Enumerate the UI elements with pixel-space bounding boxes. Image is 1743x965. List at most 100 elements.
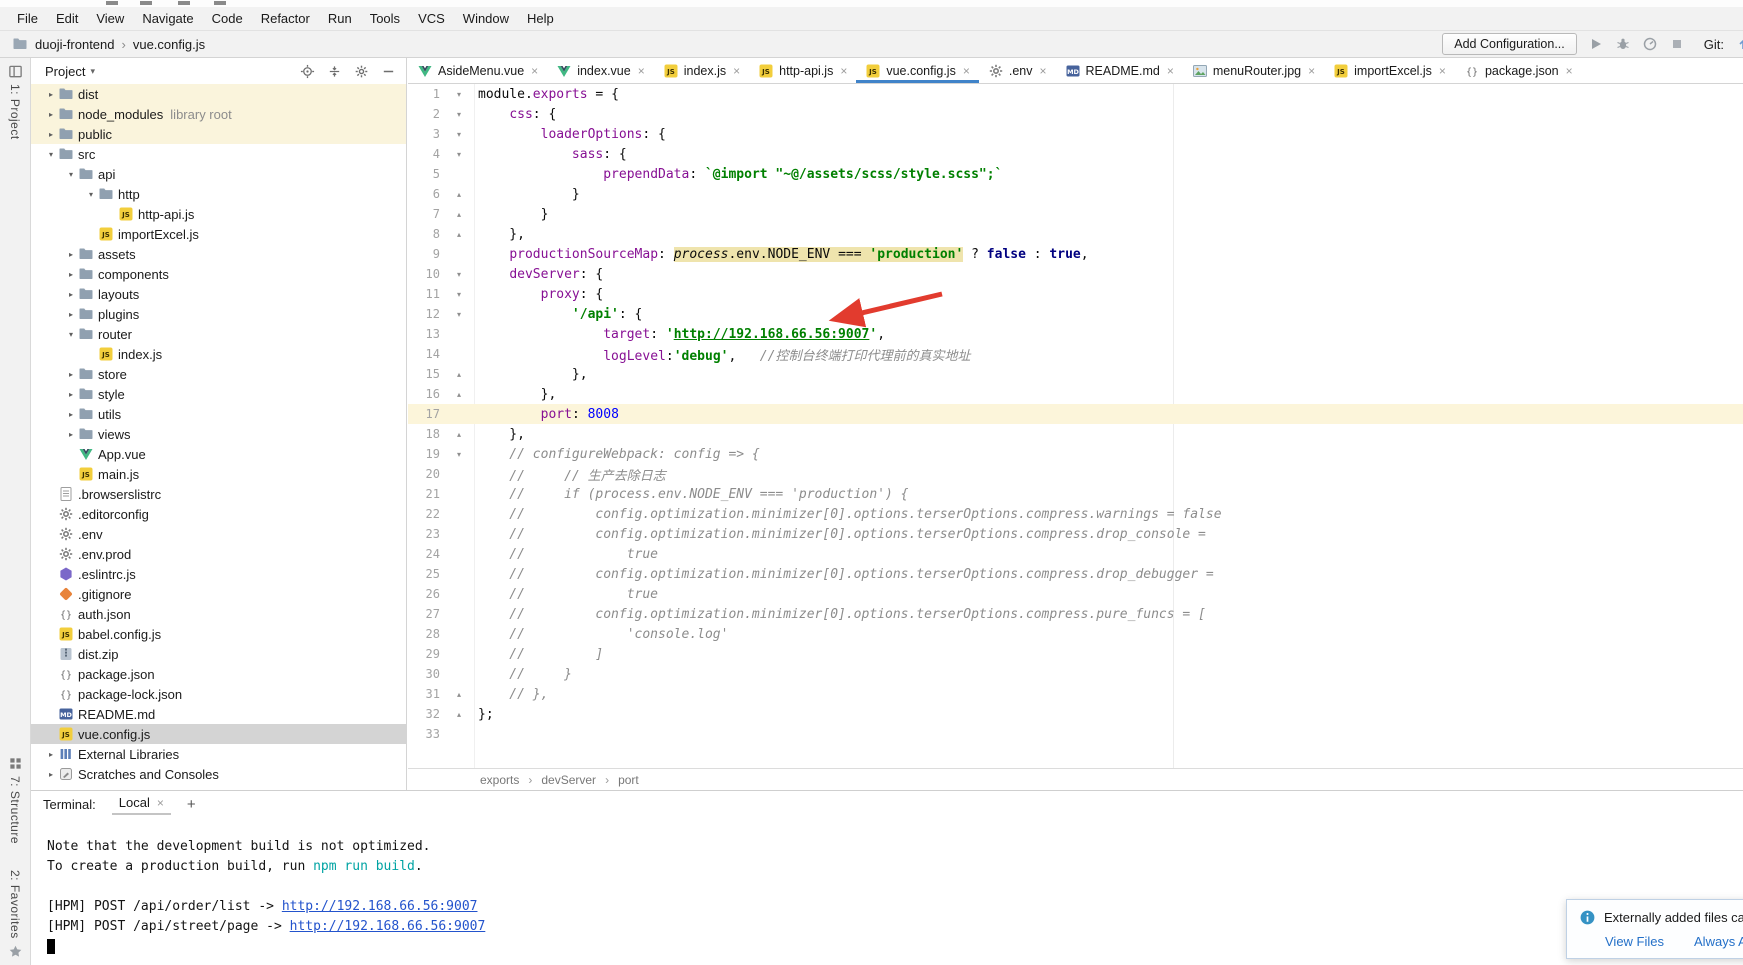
chevron-down-icon[interactable]: ▾ bbox=[45, 150, 57, 159]
stripe-favorites-button[interactable]: 2: Favorites bbox=[8, 870, 23, 959]
tree-item-style[interactable]: ▸style bbox=[31, 384, 406, 404]
stripe-project-button[interactable]: 1: Project bbox=[8, 64, 23, 140]
menu-help[interactable]: Help bbox=[518, 8, 563, 29]
code-line-11[interactable]: 11▾ proxy: { bbox=[408, 284, 1743, 304]
terminal-output[interactable]: Note that the development build is not o… bbox=[31, 817, 1743, 959]
tree-item-public[interactable]: ▸public bbox=[31, 124, 406, 144]
tree-item-package-lock.json[interactable]: {}package-lock.json bbox=[31, 684, 406, 704]
code-line-12[interactable]: 12▾ '/api': { bbox=[408, 304, 1743, 324]
code-line-17[interactable]: 17 port: 8008 bbox=[408, 404, 1743, 424]
menu-code[interactable]: Code bbox=[203, 8, 252, 29]
chevron-right-icon[interactable]: ▸ bbox=[65, 310, 77, 319]
menu-tools[interactable]: Tools bbox=[361, 8, 409, 29]
code-line-8[interactable]: 8▴ }, bbox=[408, 224, 1743, 244]
fold-marker-icon[interactable]: ▾ bbox=[440, 130, 478, 139]
chevron-down-icon[interactable]: ▾ bbox=[85, 190, 97, 199]
breadcrumb-project[interactable]: duoji-frontend bbox=[35, 37, 115, 52]
menu-edit[interactable]: Edit bbox=[47, 8, 87, 29]
menu-view[interactable]: View bbox=[87, 8, 133, 29]
tree-item-package.json[interactable]: {}package.json bbox=[31, 664, 406, 684]
new-terminal-button[interactable]: + bbox=[187, 796, 196, 813]
tree-item-external-libraries[interactable]: ▸External Libraries bbox=[31, 744, 406, 764]
code-line-23[interactable]: 23 // config.optimization.minimizer[0].o… bbox=[408, 524, 1743, 544]
tab-index.js[interactable]: JSindex.js× bbox=[654, 58, 749, 83]
code-line-29[interactable]: 29 // ] bbox=[408, 644, 1743, 664]
code-line-16[interactable]: 16▴ }, bbox=[408, 384, 1743, 404]
fold-marker-icon[interactable]: ▴ bbox=[440, 430, 478, 439]
tree-item-readme.md[interactable]: MDREADME.md bbox=[31, 704, 406, 724]
menu-run[interactable]: Run bbox=[319, 8, 361, 29]
code-line-5[interactable]: 5 prependData: `@import "~@/assets/scss/… bbox=[408, 164, 1743, 184]
fold-marker-icon[interactable]: ▾ bbox=[440, 90, 478, 99]
tree-item-http[interactable]: ▾http bbox=[31, 184, 406, 204]
code-line-26[interactable]: 26 // true bbox=[408, 584, 1743, 604]
tree-item-.env.prod[interactable]: .env.prod bbox=[31, 544, 406, 564]
git-update-icon[interactable] bbox=[1735, 36, 1743, 52]
hide-panel-icon[interactable] bbox=[381, 64, 396, 79]
chevron-right-icon[interactable]: ▸ bbox=[65, 390, 77, 399]
add-configuration-button[interactable]: Add Configuration... bbox=[1442, 33, 1577, 55]
code-line-18[interactable]: 18▴ }, bbox=[408, 424, 1743, 444]
stripe-structure-button[interactable]: 7: Structure bbox=[8, 756, 23, 844]
collapse-all-icon[interactable] bbox=[327, 64, 342, 79]
tree-item-layouts[interactable]: ▸layouts bbox=[31, 284, 406, 304]
tab-vue.config.js[interactable]: JSvue.config.js× bbox=[856, 58, 979, 83]
view-files-link[interactable]: View Files bbox=[1605, 934, 1664, 949]
chevron-right-icon[interactable]: ▸ bbox=[65, 430, 77, 439]
tree-item-dist[interactable]: ▸dist bbox=[31, 84, 406, 104]
tab-package.json[interactable]: {}package.json× bbox=[1455, 58, 1582, 83]
menu-vcs[interactable]: VCS bbox=[409, 8, 454, 29]
project-panel-title[interactable]: Project bbox=[45, 64, 85, 79]
tab-.env[interactable]: .env× bbox=[979, 58, 1056, 83]
code-line-20[interactable]: 20 // // 生产去除日志 bbox=[408, 464, 1743, 484]
close-icon[interactable]: × bbox=[733, 64, 740, 78]
tree-item-scratches-and-consoles[interactable]: ▸Scratches and Consoles bbox=[31, 764, 406, 784]
chevron-right-icon[interactable]: ▸ bbox=[45, 110, 57, 119]
chevron-right-icon[interactable]: ▸ bbox=[65, 270, 77, 279]
terminal-tab-local[interactable]: Local × bbox=[112, 793, 171, 815]
fold-marker-icon[interactable]: ▴ bbox=[440, 390, 478, 399]
tree-item-node-modules[interactable]: ▸node_moduleslibrary root bbox=[31, 104, 406, 124]
tree-item-assets[interactable]: ▸assets bbox=[31, 244, 406, 264]
debug-icon[interactable] bbox=[1615, 36, 1631, 52]
stop-icon[interactable] bbox=[1669, 36, 1685, 52]
chevron-right-icon[interactable]: ▸ bbox=[65, 410, 77, 419]
settings-icon[interactable] bbox=[354, 64, 369, 79]
tree-item-http-api.js[interactable]: JShttp-api.js bbox=[31, 204, 406, 224]
tree-item-.gitignore[interactable]: .gitignore bbox=[31, 584, 406, 604]
tree-item-components[interactable]: ▸components bbox=[31, 264, 406, 284]
close-icon[interactable]: × bbox=[1308, 64, 1315, 78]
tree-item-api[interactable]: ▾api bbox=[31, 164, 406, 184]
code-line-9[interactable]: 9 productionSourceMap: process.env.NODE_… bbox=[408, 244, 1743, 264]
breadcrumb-file[interactable]: vue.config.js bbox=[133, 37, 205, 52]
tree-item-main.js[interactable]: JSmain.js bbox=[31, 464, 406, 484]
tree-item-index.js[interactable]: JSindex.js bbox=[31, 344, 406, 364]
chevron-right-icon[interactable]: ▸ bbox=[65, 370, 77, 379]
close-icon[interactable]: × bbox=[1566, 64, 1573, 78]
code-line-3[interactable]: 3▾ loaderOptions: { bbox=[408, 124, 1743, 144]
code-line-31[interactable]: 31▴ // }, bbox=[408, 684, 1743, 704]
chevron-down-icon[interactable]: ▾ bbox=[65, 330, 77, 339]
chevron-right-icon[interactable]: ▸ bbox=[65, 250, 77, 259]
tab-index.vue[interactable]: index.vue× bbox=[547, 58, 654, 83]
breadcrumb-devserver[interactable]: devServer bbox=[541, 773, 596, 787]
menu-window[interactable]: Window bbox=[454, 8, 518, 29]
close-icon[interactable]: × bbox=[157, 796, 164, 810]
code-line-24[interactable]: 24 // true bbox=[408, 544, 1743, 564]
tree-item-vue.config.js[interactable]: JSvue.config.js bbox=[31, 724, 406, 744]
tree-item-.browserslistrc[interactable]: .browserslistrc bbox=[31, 484, 406, 504]
code-line-15[interactable]: 15▴ }, bbox=[408, 364, 1743, 384]
always-add-link[interactable]: Always Add bbox=[1694, 934, 1743, 949]
close-icon[interactable]: × bbox=[531, 64, 538, 78]
code-line-7[interactable]: 7▴ } bbox=[408, 204, 1743, 224]
tree-item-store[interactable]: ▸store bbox=[31, 364, 406, 384]
breadcrumb-port[interactable]: port bbox=[618, 773, 639, 787]
close-icon[interactable]: × bbox=[840, 64, 847, 78]
tree-item-babel.config.js[interactable]: JSbabel.config.js bbox=[31, 624, 406, 644]
fold-marker-icon[interactable]: ▾ bbox=[440, 110, 478, 119]
tree-item-src[interactable]: ▾src bbox=[31, 144, 406, 164]
code-line-25[interactable]: 25 // config.optimization.minimizer[0].o… bbox=[408, 564, 1743, 584]
code-line-10[interactable]: 10▾ devServer: { bbox=[408, 264, 1743, 284]
close-icon[interactable]: × bbox=[1439, 64, 1446, 78]
fold-marker-icon[interactable]: ▾ bbox=[440, 310, 478, 319]
